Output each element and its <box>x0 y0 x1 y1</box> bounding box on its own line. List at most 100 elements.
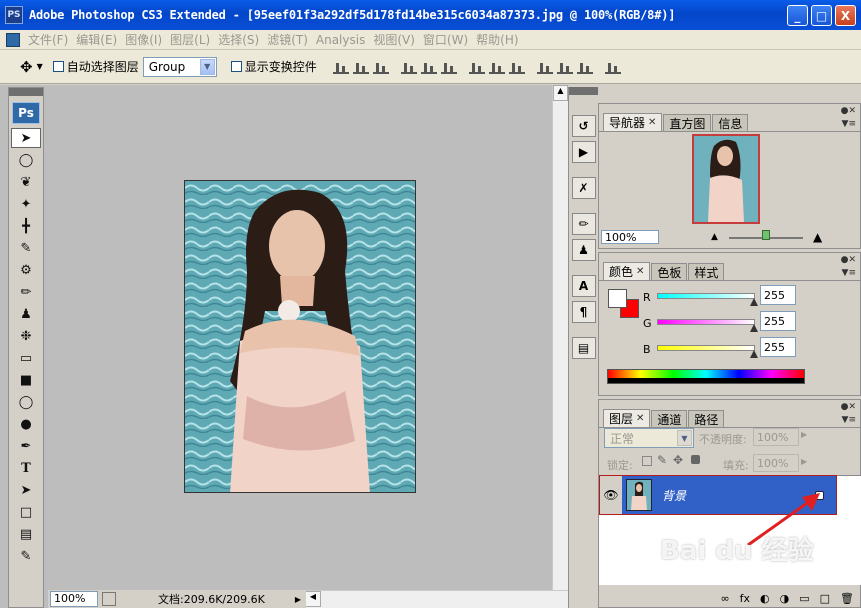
menu-help[interactable]: 帮助(H) <box>476 31 518 48</box>
panel-menu-icon[interactable]: ▼≡ <box>842 415 856 425</box>
minimize-button[interactable]: _ <box>787 5 808 26</box>
marquee-tool-icon[interactable]: ◯ <box>11 150 41 170</box>
layer-comps-icon[interactable]: ▤ <box>571 337 596 359</box>
b-value-field[interactable]: 255 <box>760 337 796 357</box>
paragraph-panel-icon[interactable]: ¶ <box>571 301 596 323</box>
close-tab-icon[interactable]: ✕ <box>648 117 656 128</box>
eraser-icon[interactable]: ▭ <box>11 348 41 368</box>
menu-view[interactable]: 视图(V) <box>373 31 415 48</box>
align-vcenter-icon[interactable] <box>352 60 369 74</box>
brushes-panel-icon[interactable]: ✏ <box>571 213 596 235</box>
dodge-tool-icon[interactable]: ● <box>11 414 41 434</box>
g-slider-thumb[interactable] <box>750 324 758 332</box>
r-slider[interactable] <box>657 293 755 299</box>
layer-mask-icon[interactable]: ◐ <box>760 592 770 605</box>
status-arrow-icon[interactable]: ▶ <box>295 595 301 604</box>
g-value-field[interactable]: 255 <box>760 311 796 331</box>
zoom-out-icon[interactable]: ▲ <box>711 232 718 242</box>
navigator-thumbnail[interactable] <box>692 134 760 224</box>
scroll-up-icon[interactable]: ▲ <box>553 85 568 101</box>
blur-tool-icon[interactable]: ◯ <box>11 392 41 412</box>
menu-file[interactable]: 文件(F) <box>28 31 68 48</box>
tab-paths[interactable]: 路径 <box>688 410 725 427</box>
maximize-button[interactable]: □ <box>811 5 832 26</box>
b-slider[interactable] <box>657 345 755 351</box>
menu-edit[interactable]: 编辑(E) <box>76 31 117 48</box>
tab-color[interactable]: 颜色 ✕ <box>603 262 651 280</box>
menu-filter[interactable]: 滤镜(T) <box>267 31 308 48</box>
status-zoom-field[interactable]: 100% <box>50 591 98 607</box>
close-button[interactable]: X <box>835 5 856 26</box>
crop-tool-icon[interactable]: ╋ <box>11 216 41 236</box>
tab-info[interactable]: 信息 <box>712 114 749 131</box>
scroll-left-icon[interactable]: ◀ <box>305 591 321 607</box>
g-slider[interactable] <box>657 319 755 325</box>
align-hcenter-icon[interactable] <box>420 60 437 74</box>
magic-wand-icon[interactable]: ✦ <box>11 194 41 214</box>
type-tool-icon[interactable]: T <box>11 458 41 478</box>
path-select-icon[interactable]: ➤ <box>11 480 41 500</box>
tab-layers[interactable]: 图层 ✕ <box>603 409 651 427</box>
distribute-hcenter-icon[interactable] <box>556 60 573 74</box>
lasso-tool-icon[interactable]: ❦ <box>11 172 41 192</box>
tab-histogram[interactable]: 直方图 <box>663 114 712 131</box>
auto-align-icon[interactable] <box>604 60 621 74</box>
healing-brush-icon[interactable]: ⚙ <box>11 260 41 280</box>
menu-window[interactable]: 窗口(W) <box>423 31 468 48</box>
panel-menu-icon[interactable]: ▼≡ <box>842 119 856 129</box>
r-slider-thumb[interactable] <box>750 298 758 306</box>
distribute-left-icon[interactable] <box>536 60 553 74</box>
r-value-field[interactable]: 255 <box>760 285 796 305</box>
move-tool-preset-icon[interactable]: ✥ <box>20 58 33 76</box>
tab-swatches[interactable]: 色板 <box>651 263 688 280</box>
auto-select-checkbox[interactable] <box>52 61 64 72</box>
status-info-icon[interactable] <box>102 592 116 606</box>
panel-menu-icon[interactable]: ▼≡ <box>842 268 856 278</box>
navigator-zoom-field[interactable]: 100% <box>601 230 659 244</box>
slice-tool-icon[interactable]: ✎ <box>11 238 41 258</box>
close-tab-icon[interactable]: ✕ <box>636 266 644 277</box>
shape-tool-icon[interactable]: □ <box>11 502 41 522</box>
lock-pixels-icon[interactable]: ✎ <box>657 453 667 467</box>
fill-field[interactable]: 100% <box>753 454 799 472</box>
menu-image[interactable]: 图像(I) <box>125 31 162 48</box>
pen-tool-icon[interactable]: ✒ <box>11 436 41 456</box>
horizontal-scrollbar[interactable]: ◀ <box>305 590 568 608</box>
distribute-top-icon[interactable] <box>468 60 485 74</box>
distribute-right-icon[interactable] <box>576 60 593 74</box>
gradient-tool-icon[interactable]: ■ <box>11 370 41 390</box>
link-layers-icon[interactable]: ∞ <box>720 592 729 605</box>
align-left-icon[interactable] <box>400 60 417 74</box>
brush-tool-icon[interactable]: ✏ <box>11 282 41 302</box>
character-panel-icon[interactable]: A <box>571 275 596 297</box>
b-slider-thumb[interactable] <box>750 350 758 358</box>
delete-layer-icon[interactable]: 🗑 <box>840 592 854 605</box>
lock-all-icon[interactable] <box>691 455 700 464</box>
clone-stamp-icon[interactable]: ♟ <box>11 304 41 324</box>
lock-position-icon[interactable]: ✥ <box>673 453 683 467</box>
menu-analysis[interactable]: Analysis <box>316 33 365 47</box>
menu-layer[interactable]: 图层(L) <box>170 31 210 48</box>
zoom-slider-thumb[interactable] <box>762 230 770 240</box>
actions-panel-icon[interactable]: ▶ <box>571 141 596 163</box>
clone-source-icon[interactable]: ♟ <box>571 239 596 261</box>
new-layer-icon[interactable]: □ <box>820 592 830 605</box>
ps-logo[interactable]: Ps <box>12 102 40 124</box>
distribute-vcenter-icon[interactable] <box>488 60 505 74</box>
chevron-down-icon[interactable]: ▼ <box>37 62 43 71</box>
color-spectrum-bar[interactable] <box>607 369 805 384</box>
notes-tool-icon[interactable]: ▤ <box>11 524 41 544</box>
fill-arrow-icon[interactable]: ▶ <box>801 457 807 466</box>
history-brush-icon[interactable]: ❉ <box>11 326 41 346</box>
align-right-icon[interactable] <box>440 60 457 74</box>
toolbox-grip[interactable] <box>9 88 43 96</box>
lock-transparency-icon[interactable] <box>642 456 652 466</box>
zoom-in-icon[interactable]: ▲ <box>813 230 822 244</box>
adjustment-layer-icon[interactable]: ◑ <box>780 592 790 605</box>
opacity-arrow-icon[interactable]: ▶ <box>801 430 807 439</box>
tab-channels[interactable]: 通道 <box>651 410 688 427</box>
tab-styles[interactable]: 样式 <box>688 263 725 280</box>
align-bottom-icon[interactable] <box>372 60 389 74</box>
vertical-scrollbar[interactable]: ▲ <box>552 85 568 590</box>
opacity-field[interactable]: 100% <box>753 428 799 446</box>
